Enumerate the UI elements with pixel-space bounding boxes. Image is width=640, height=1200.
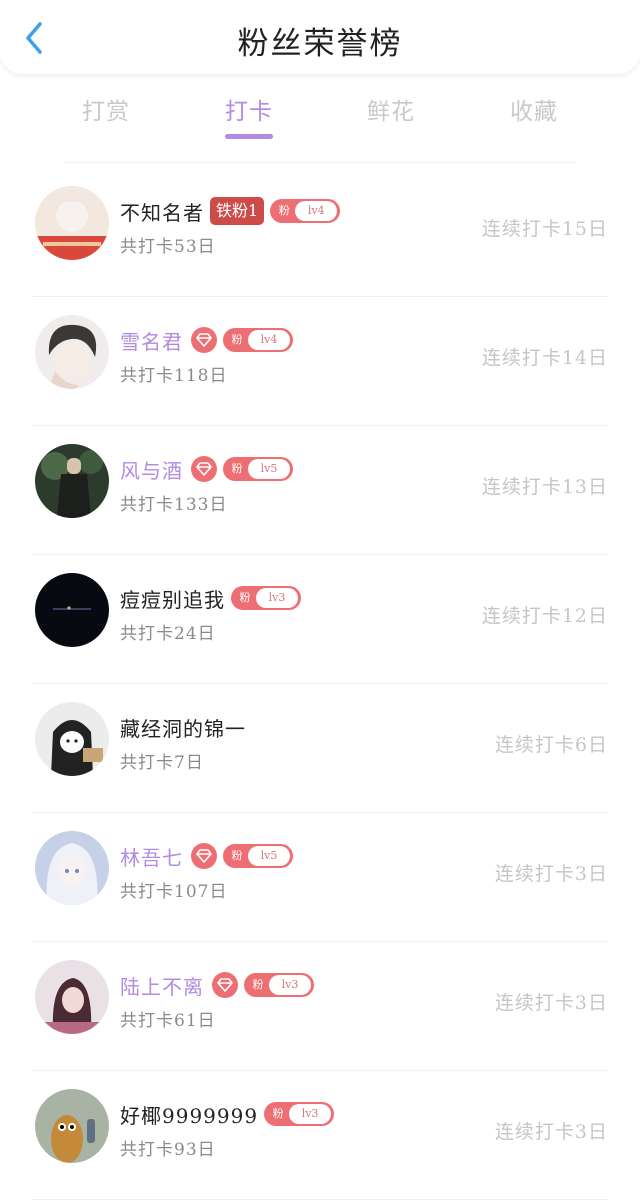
diamond-icon bbox=[191, 327, 217, 353]
fan-badge-label: 粉 bbox=[239, 591, 251, 604]
active-tab-indicator bbox=[225, 134, 273, 139]
fan-badge-label: 粉 bbox=[278, 204, 290, 217]
name-line: 陆上不离 粉 lv3 bbox=[120, 970, 314, 1000]
fan-name[interactable]: 林吾七 bbox=[120, 842, 183, 871]
avatar[interactable] bbox=[35, 315, 109, 389]
tab-favorites[interactable]: 收藏 bbox=[484, 92, 584, 126]
total-checkins: 共打卡107日 bbox=[120, 882, 228, 902]
fan-name[interactable]: 风与酒 bbox=[120, 455, 183, 484]
fan-level-value: lv5 bbox=[248, 846, 290, 866]
list-item[interactable]: 痘痘别追我 粉 lv3 共打卡24日 连续打卡12日 bbox=[32, 555, 608, 684]
avatar[interactable] bbox=[35, 573, 109, 647]
fan-badge-label: 粉 bbox=[231, 333, 243, 346]
fan-name[interactable]: 藏经洞的锦一 bbox=[120, 713, 246, 742]
streak-checkins: 连续打卡6日 bbox=[494, 734, 608, 756]
list-item[interactable]: 风与酒 粉 lv5 共打卡133日 连续打卡13日 bbox=[32, 426, 608, 555]
list-item[interactable]: 不知名者 铁粉1 粉 lv4 共打卡53日 连续打卡15日 bbox=[32, 168, 608, 297]
list-item[interactable]: 藏经洞的锦一共打卡7日 连续打卡6日 bbox=[32, 684, 608, 813]
list-item[interactable]: 林吾七 粉 lv5 共打卡107日 连续打卡3日 bbox=[32, 813, 608, 942]
fan-name[interactable]: 痘痘别追我 bbox=[120, 584, 225, 613]
avatar[interactable] bbox=[35, 1089, 109, 1163]
tab-checkin[interactable]: 打卡 bbox=[199, 92, 299, 139]
streak-checkins: 连续打卡15日 bbox=[481, 218, 608, 240]
name-line: 好椰9999999 粉 lv3 bbox=[120, 1099, 335, 1129]
avatar[interactable] bbox=[35, 702, 109, 776]
fan-level-value: lv5 bbox=[248, 459, 290, 479]
total-checkins: 共打卡53日 bbox=[120, 237, 216, 257]
name-line: 痘痘别追我 粉 lv3 bbox=[120, 583, 301, 613]
fan-level-badge: 粉 lv3 bbox=[231, 586, 301, 610]
tab-flowers[interactable]: 鲜花 bbox=[341, 92, 441, 126]
name-line: 雪名君 粉 lv4 bbox=[120, 325, 293, 355]
fan-medal-badge: 铁粉1 bbox=[210, 197, 265, 225]
fan-ranking-list: 不知名者 铁粉1 粉 lv4 共打卡53日 连续打卡15日 雪名君粉 lv4 共打卡118日 连续… bbox=[0, 168, 640, 1200]
fan-badge-label: 粉 bbox=[231, 462, 243, 475]
fan-level-value: lv3 bbox=[256, 588, 298, 608]
name-line: 不知名者 铁粉1 粉 lv4 bbox=[120, 196, 341, 226]
total-checkins: 共打卡133日 bbox=[120, 495, 228, 515]
fan-level-value: lv3 bbox=[269, 975, 311, 995]
fan-name[interactable]: 陆上不离 bbox=[120, 971, 204, 1000]
avatar[interactable] bbox=[35, 444, 109, 518]
tab-reward[interactable]: 打赏 bbox=[56, 92, 156, 126]
fan-level-badge: 粉 lv4 bbox=[223, 328, 293, 352]
fan-badge-label: 粉 bbox=[231, 849, 243, 862]
total-checkins: 共打卡61日 bbox=[120, 1011, 216, 1031]
tab-checkin-label: 打卡 bbox=[225, 99, 273, 125]
fan-level-value: lv4 bbox=[248, 330, 290, 350]
list-item[interactable]: 陆上不离 粉 lv3 共打卡61日 连续打卡3日 bbox=[32, 942, 608, 1071]
avatar[interactable] bbox=[35, 186, 109, 260]
streak-checkins: 连续打卡12日 bbox=[481, 605, 608, 627]
fan-level-value: lv4 bbox=[295, 201, 338, 221]
fan-name[interactable]: 好椰9999999 bbox=[120, 1100, 258, 1129]
fan-level-badge: 粉 lv4 bbox=[270, 199, 341, 223]
fan-level-badge: 粉 lv5 bbox=[223, 844, 293, 868]
tab-bar: 打赏 打卡 鲜花 收藏 bbox=[0, 92, 640, 142]
fan-level-badge: 粉 lv3 bbox=[264, 1102, 335, 1126]
streak-checkins: 连续打卡3日 bbox=[494, 863, 608, 885]
list-item[interactable]: 好椰9999999 粉 lv3 共打卡93日 连续打卡3日 bbox=[32, 1071, 608, 1200]
diamond-icon bbox=[191, 843, 217, 869]
total-checkins: 共打卡93日 bbox=[120, 1140, 216, 1160]
name-line: 林吾七 粉 lv5 bbox=[120, 841, 293, 871]
list-item[interactable]: 雪名君 粉 lv4 共打卡118日 连续打卡14日 bbox=[32, 297, 608, 426]
fan-name[interactable]: 雪名君 bbox=[120, 326, 183, 355]
diamond-icon bbox=[212, 972, 238, 998]
avatar[interactable] bbox=[35, 960, 109, 1034]
total-checkins: 共打卡118日 bbox=[120, 366, 228, 386]
streak-checkins: 连续打卡13日 bbox=[481, 476, 608, 498]
name-line: 藏经洞的锦一 bbox=[120, 712, 246, 742]
streak-checkins: 连续打卡14日 bbox=[481, 347, 608, 369]
fan-name[interactable]: 不知名者 bbox=[120, 197, 204, 226]
streak-checkins: 连续打卡3日 bbox=[494, 992, 608, 1014]
streak-checkins: 连续打卡3日 bbox=[494, 1121, 608, 1143]
tabs-divider bbox=[64, 162, 576, 163]
header-bar: 粉丝荣誉榜 bbox=[0, 0, 640, 74]
total-checkins: 共打卡7日 bbox=[120, 753, 204, 773]
fan-level-value: lv3 bbox=[289, 1104, 332, 1124]
diamond-icon bbox=[191, 456, 217, 482]
name-line: 风与酒 粉 lv5 bbox=[120, 454, 293, 484]
page-title: 粉丝荣誉榜 bbox=[237, 26, 403, 62]
fan-level-badge: 粉 lv3 bbox=[244, 973, 314, 997]
fan-level-badge: 粉 lv5 bbox=[223, 457, 293, 481]
fan-badge-label: 粉 bbox=[252, 978, 264, 991]
fan-badge-label: 粉 bbox=[272, 1107, 284, 1120]
total-checkins: 共打卡24日 bbox=[120, 624, 216, 644]
avatar[interactable] bbox=[35, 831, 109, 905]
